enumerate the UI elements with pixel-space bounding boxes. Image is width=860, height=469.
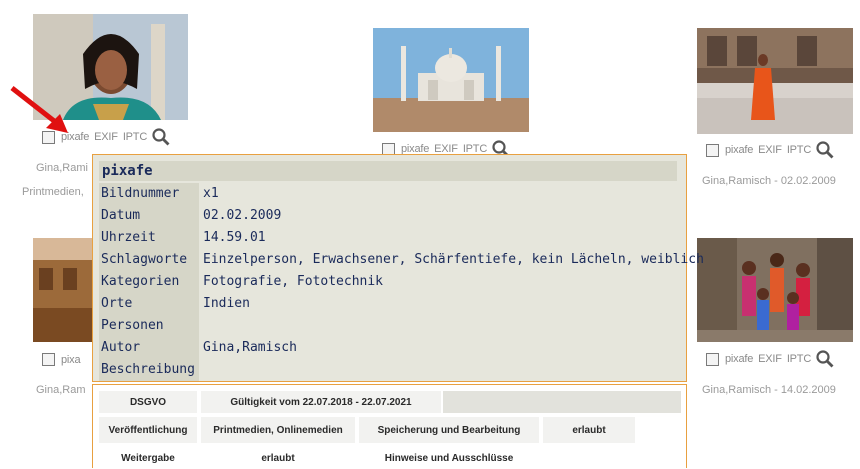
metadata-row: Beschreibung	[99, 359, 704, 381]
metadata-value	[202, 359, 203, 381]
iptc-link[interactable]: IPTC	[787, 353, 811, 365]
metadata-label: Bildnummer	[99, 183, 199, 205]
magnifier-icon[interactable]	[816, 350, 834, 368]
caption-bottom-left: Gina,Ram	[36, 384, 86, 396]
taj-mahal-image	[373, 28, 529, 132]
source-link[interactable]: pixafe	[725, 144, 753, 156]
select-checkbox[interactable]	[706, 143, 719, 157]
toolbar-top-right: pixafe EXIF IPTC	[706, 141, 834, 159]
metadata-label: Beschreibung	[99, 359, 199, 381]
validity-spacer	[443, 391, 681, 413]
select-checkbox[interactable]	[42, 353, 55, 366]
metadata-value: 14.59.01	[203, 230, 266, 245]
caption-bottom-right: Gina,Ramisch - 14.02.2009	[702, 384, 836, 396]
metadata-row: Schlagworte Einzelperson, Erwachsener, S…	[99, 249, 704, 271]
metadata-row: Personen	[99, 315, 704, 337]
source-link[interactable]: pixa	[61, 354, 81, 366]
metadata-label: Kategorien	[99, 271, 199, 293]
metadata-row: Uhrzeit 14.59.01	[99, 227, 704, 249]
exif-link[interactable]: EXIF	[758, 353, 782, 365]
metadata-value	[202, 315, 203, 337]
metadata-label: Orte	[99, 293, 199, 315]
storage-label: Speicherung und Bearbeitung	[359, 417, 539, 443]
metadata-rows: Bildnummer x1 Datum 02.02.2009 Uhrzeit 1…	[99, 183, 704, 381]
license-panel: DSGVO Gültigkeit vom 22.07.2018 - 22.07.…	[92, 384, 687, 469]
source-link[interactable]: pixafe	[725, 353, 753, 365]
publication-label: Veröffentlichung	[99, 417, 197, 443]
metadata-value: Gina,Ramisch	[203, 340, 297, 355]
storage-value: erlaubt	[543, 417, 635, 443]
thumbnail-building[interactable]	[33, 238, 93, 342]
metadata-row: Bildnummer x1	[99, 183, 704, 205]
caption-top-left-author: Gina,Rami	[36, 162, 88, 174]
thumbnail-taj-mahal[interactable]	[373, 28, 529, 132]
transfer-label: Weitergabe	[99, 447, 197, 469]
dsgvo-label: DSGVO	[99, 391, 197, 413]
metadata-label: Schlagworte	[99, 249, 199, 271]
select-checkbox[interactable]	[706, 352, 719, 366]
iptc-link[interactable]: IPTC	[123, 131, 147, 143]
metadata-label: Datum	[99, 205, 199, 227]
metadata-value: x1	[203, 186, 219, 201]
exif-link[interactable]: EXIF	[94, 131, 118, 143]
children-image	[697, 238, 853, 342]
iptc-link[interactable]: IPTC	[787, 144, 811, 156]
metadata-label: Personen	[99, 315, 199, 337]
exif-link[interactable]: EXIF	[758, 144, 782, 156]
metadata-label: Uhrzeit	[99, 227, 199, 249]
toolbar-bottom-left: pixa	[42, 353, 85, 366]
toolbar-bottom-right: pixafe EXIF IPTC	[706, 350, 834, 368]
magnifier-icon[interactable]	[816, 141, 834, 159]
metadata-row: Kategorien Fotografie, Fototechnik	[99, 271, 704, 293]
thumbnail-children[interactable]	[697, 238, 853, 342]
metadata-value: Einzelperson, Erwachsener, Schärfentiefe…	[203, 252, 704, 267]
thumbnail-woman-orange[interactable]	[697, 28, 853, 134]
popup-title: pixafe	[99, 161, 677, 181]
notes-label: Hinweise und Ausschlüsse	[359, 447, 539, 469]
media-value: Printmedien, Onlinemedien	[201, 417, 355, 443]
magnifier-icon[interactable]	[152, 128, 170, 146]
caption-top-right: Gina,Ramisch - 02.02.2009	[702, 175, 836, 187]
validity-label: Gültigkeit vom 22.07.2018 - 22.07.2021	[201, 391, 441, 413]
metadata-value: Indien	[203, 296, 250, 311]
metadata-value: Fotografie, Fototechnik	[203, 274, 384, 289]
building-image	[33, 238, 93, 342]
metadata-row: Orte Indien	[99, 293, 704, 315]
metadata-value: 02.02.2009	[203, 208, 282, 223]
red-arrow-icon	[10, 86, 68, 133]
metadata-label: Autor	[99, 337, 199, 359]
woman-orange-image	[697, 28, 853, 134]
transfer-value: erlaubt	[201, 447, 355, 469]
caption-top-left-media: Printmedien,	[22, 186, 84, 198]
metadata-popup: pixafe Bildnummer x1 Datum 02.02.2009 Uh…	[92, 154, 704, 382]
metadata-row: Autor Gina,Ramisch	[99, 337, 704, 359]
metadata-row: Datum 02.02.2009	[99, 205, 704, 227]
